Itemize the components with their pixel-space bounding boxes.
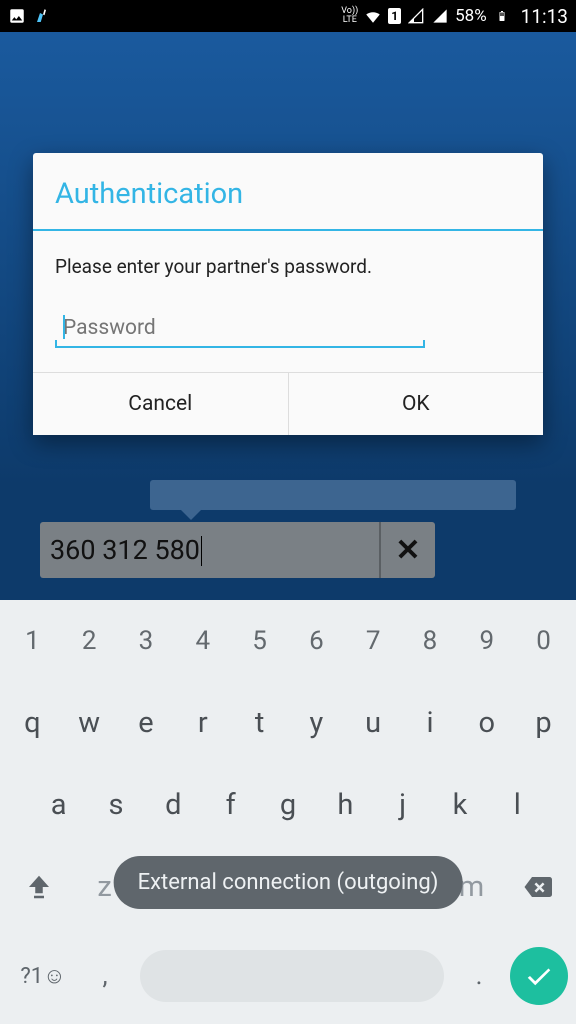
battery-percent: 58%: [455, 6, 487, 26]
dialog-message: Please enter your partner's password.: [55, 255, 521, 278]
hint-bubble: [150, 480, 516, 510]
password-input[interactable]: [55, 312, 425, 348]
key-1[interactable]: 1: [4, 614, 61, 668]
key-0[interactable]: 0: [515, 614, 572, 668]
key-9[interactable]: 9: [458, 614, 515, 668]
sim-icon: 1: [388, 8, 401, 24]
key-q[interactable]: q: [4, 694, 61, 752]
key-l[interactable]: l: [489, 776, 546, 834]
backspace-key[interactable]: [502, 872, 572, 902]
key-g[interactable]: g: [259, 776, 316, 834]
dialog-title: Authentication: [33, 153, 543, 231]
key-s[interactable]: s: [87, 776, 144, 834]
key-4[interactable]: 4: [174, 614, 231, 668]
text-cursor: [63, 315, 65, 339]
kb-row-qwerty: q w e r t y u i o p: [0, 682, 576, 764]
key-u[interactable]: u: [345, 694, 402, 752]
kb-row-asdf: a s d f g h j k l: [0, 764, 576, 846]
key-j[interactable]: j: [374, 776, 431, 834]
key-r[interactable]: r: [174, 694, 231, 752]
kb-row-zxcv: z x c v b n m External connection (outgo…: [0, 846, 576, 928]
key-y[interactable]: y: [288, 694, 345, 752]
shift-key[interactable]: [4, 872, 74, 902]
key-5[interactable]: 5: [231, 614, 288, 668]
clear-id-button[interactable]: ✕: [379, 522, 435, 578]
gallery-icon: [8, 7, 26, 25]
ok-button[interactable]: OK: [289, 373, 544, 435]
enter-key[interactable]: [510, 947, 568, 1005]
comma-key[interactable]: ,: [78, 961, 132, 991]
signal-2-icon: [431, 7, 449, 25]
clock-text: 11:13: [521, 5, 568, 28]
key-6[interactable]: 6: [288, 614, 345, 668]
password-field-wrap: [55, 312, 425, 348]
kb-row-numbers: 1 2 3 4 5 6 7 8 9 0: [0, 600, 576, 682]
status-bar: Vo)) LTE 1 58% 11:13: [0, 0, 576, 32]
soft-keyboard: 1 2 3 4 5 6 7 8 9 0 q w e r t y u i o p …: [0, 600, 576, 1024]
key-3[interactable]: 3: [118, 614, 175, 668]
space-key[interactable]: [140, 950, 444, 1002]
cleaner-icon: [34, 7, 52, 25]
cancel-button[interactable]: Cancel: [33, 373, 289, 435]
key-a[interactable]: a: [30, 776, 87, 834]
partner-id-field[interactable]: 360 312 580 ✕: [40, 522, 435, 578]
key-i[interactable]: i: [402, 694, 459, 752]
key-k[interactable]: k: [431, 776, 488, 834]
key-d[interactable]: d: [145, 776, 202, 834]
hint-bubble-arrow: [180, 509, 202, 520]
partner-id-value: 360 312 580: [50, 534, 202, 567]
key-p[interactable]: p: [515, 694, 572, 752]
symbols-key[interactable]: ?1☺: [8, 963, 78, 989]
period-key[interactable]: .: [452, 961, 506, 991]
key-7[interactable]: 7: [345, 614, 402, 668]
battery-icon: [493, 7, 511, 25]
wifi-icon: [364, 7, 382, 25]
key-o[interactable]: o: [458, 694, 515, 752]
auth-dialog: Authentication Please enter your partner…: [33, 153, 543, 435]
signal-1-icon: [407, 7, 425, 25]
volte-icon: Vo)) LTE: [341, 7, 358, 25]
key-f[interactable]: f: [202, 776, 259, 834]
key-w[interactable]: w: [61, 694, 118, 752]
key-2[interactable]: 2: [61, 614, 118, 668]
key-h[interactable]: h: [317, 776, 374, 834]
toast-message: External connection (outgoing): [114, 856, 463, 909]
key-e[interactable]: e: [118, 694, 175, 752]
key-t[interactable]: t: [231, 694, 288, 752]
kb-row-bottom: ?1☺ , .: [0, 928, 576, 1024]
key-8[interactable]: 8: [402, 614, 459, 668]
